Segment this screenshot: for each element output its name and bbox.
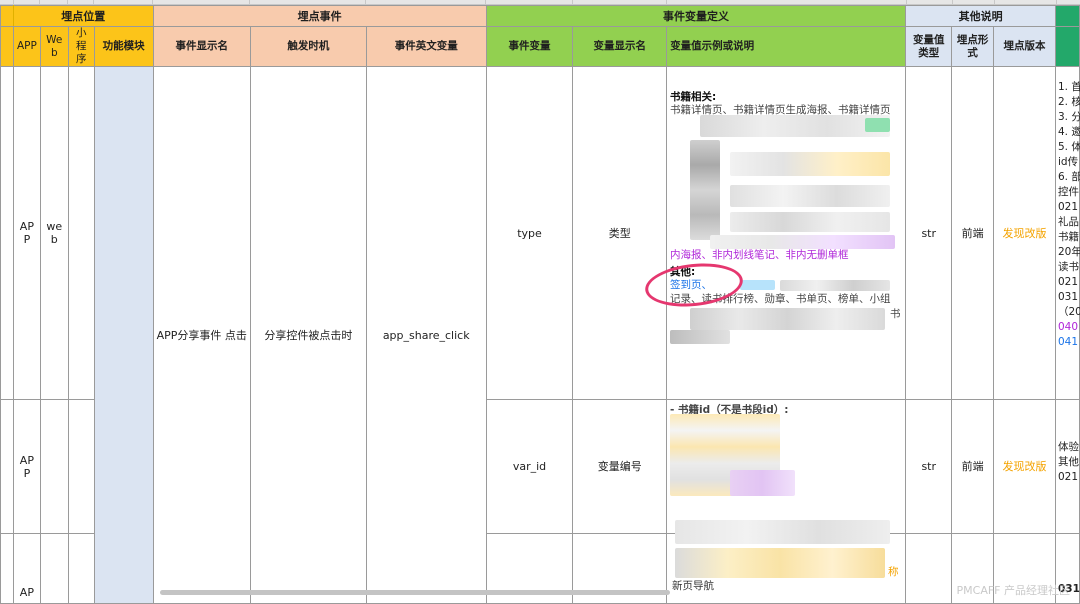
note-line: 021	[1058, 201, 1079, 213]
desc-line: 内海报、非内划线笔记、非内无删单框	[670, 249, 849, 261]
redacted-block	[690, 308, 885, 330]
header-func[interactable]: 功能模块	[93, 26, 154, 67]
header-app[interactable]: APP	[12, 26, 41, 67]
header-mini[interactable]: 小程序	[67, 26, 95, 67]
note-line: 031	[1058, 291, 1079, 303]
cell-val-type[interactable]: str	[905, 399, 953, 534]
header-var-name[interactable]: 变量显示名	[572, 26, 668, 67]
cell-event-en[interactable]: app_share_click	[365, 66, 487, 604]
cell-version[interactable]: 发现改版	[993, 399, 1056, 534]
redacted-block	[700, 115, 890, 137]
redacted-block	[740, 280, 775, 290]
column-header-row: APP Web 小程序 功能模块 事件显示名 触发时机 事件英文变量 事件变量 …	[0, 26, 1080, 67]
cell-app[interactable]: APP	[12, 399, 41, 534]
cell-app[interactable]: APP	[12, 66, 41, 400]
desc-line: 称	[888, 566, 899, 578]
desc-line: 书	[890, 308, 901, 320]
header-form[interactable]: 埋点形式	[951, 26, 995, 67]
cell-var-name[interactable]: 变量编号	[572, 399, 668, 534]
note-line: 4. 邀	[1058, 126, 1080, 138]
redacted-block	[730, 470, 795, 496]
cell-var[interactable]: type	[485, 66, 574, 400]
note-line: 021	[1058, 471, 1079, 483]
redacted-block	[730, 185, 890, 207]
cell-web[interactable]	[39, 399, 69, 534]
note-line: 体验	[1058, 441, 1079, 453]
note-line: 1. 首	[1058, 81, 1080, 93]
desc-line: 新页导航	[672, 580, 714, 592]
redacted-block	[690, 140, 720, 240]
cell-trigger[interactable]: 分享控件被点击时	[249, 66, 367, 604]
note-line: 读书	[1058, 261, 1079, 273]
horizontal-scrollbar[interactable]	[160, 590, 670, 595]
cell-web[interactable]	[39, 533, 69, 604]
tracking-table: 埋点位置 埋点事件 事件变量定义 其他说明 APP Web 小程序 功能模块 事…	[0, 5, 1080, 604]
cell-var[interactable]: var_id	[485, 399, 574, 534]
header-var-desc[interactable]: 变量值示例或说明	[666, 26, 907, 67]
cell-form[interactable]: 前端	[951, 399, 995, 534]
spreadsheet: 埋点位置 埋点事件 事件变量定义 其他说明 APP Web 小程序 功能模块 事…	[0, 0, 1080, 604]
header-version[interactable]: 埋点版本	[993, 26, 1056, 67]
note-line: 控件	[1058, 186, 1079, 198]
note-line: 5. 体	[1058, 141, 1080, 153]
group-other[interactable]: 其他说明	[905, 5, 1056, 27]
cell-func[interactable]	[93, 66, 154, 604]
group-location[interactable]: 埋点位置	[12, 5, 154, 27]
group-header-row: 埋点位置 埋点事件 事件变量定义 其他说明	[0, 5, 1080, 27]
header-trigger[interactable]: 触发时机	[249, 26, 367, 67]
header-event-name[interactable]: 事件显示名	[152, 26, 251, 67]
note-line: 021	[1058, 276, 1079, 288]
redacted-block	[675, 520, 890, 544]
notes-column: 体验其他 021	[1058, 440, 1079, 485]
note-line: 礼品	[1058, 216, 1079, 228]
header-val-type[interactable]: 变量值类型	[905, 26, 953, 67]
header-web[interactable]: Web	[39, 26, 69, 67]
cell-val-type[interactable]: str	[905, 66, 953, 400]
note-line: 040	[1058, 321, 1079, 333]
note-line: 041	[1058, 336, 1079, 348]
group-var-def[interactable]: 事件变量定义	[485, 5, 907, 27]
note-line: 其他	[1058, 456, 1079, 468]
notes-column: 1. 首 2. 核 3. 分 4. 邀 5. 体 id传 6. 部控件 021 礼品书籍 20年读…	[1058, 80, 1080, 350]
group-event[interactable]: 埋点事件	[152, 5, 487, 27]
cell-web[interactable]: web	[39, 66, 69, 400]
note-line: 20年	[1058, 246, 1080, 258]
note-line: 3. 分	[1058, 111, 1080, 123]
redacted-block	[670, 330, 730, 344]
note-line: 书籍	[1058, 231, 1079, 243]
redacted-block	[780, 280, 890, 291]
watermark: PMCAFF 产品经理社区	[956, 584, 1070, 597]
desc-heading-books: 书籍相关:	[670, 91, 717, 103]
redacted-block	[730, 212, 890, 232]
cell-version[interactable]: 发现改版	[993, 66, 1056, 400]
note-line: id传	[1058, 156, 1079, 168]
table-row: APP web APP分享事件 点击 分享控件被点击时 app_share_cl…	[0, 66, 1080, 604]
redacted-block	[710, 235, 895, 249]
cell-form[interactable]: 前端	[951, 66, 995, 400]
note-line: （20	[1058, 306, 1080, 318]
note-line: 6. 部	[1058, 171, 1080, 183]
header-event-en[interactable]: 事件英文变量	[365, 26, 487, 67]
header-var[interactable]: 事件变量	[485, 26, 574, 67]
redacted-block	[865, 118, 890, 132]
cell-app[interactable]: AP	[12, 533, 41, 604]
cell-val-type[interactable]	[905, 533, 953, 604]
cell-event-name[interactable]: APP分享事件 点击	[152, 66, 251, 604]
redacted-block	[730, 152, 890, 176]
cell-var-name[interactable]: 类型	[572, 66, 668, 400]
redacted-block	[675, 548, 885, 578]
note-line: 2. 核	[1058, 96, 1080, 108]
